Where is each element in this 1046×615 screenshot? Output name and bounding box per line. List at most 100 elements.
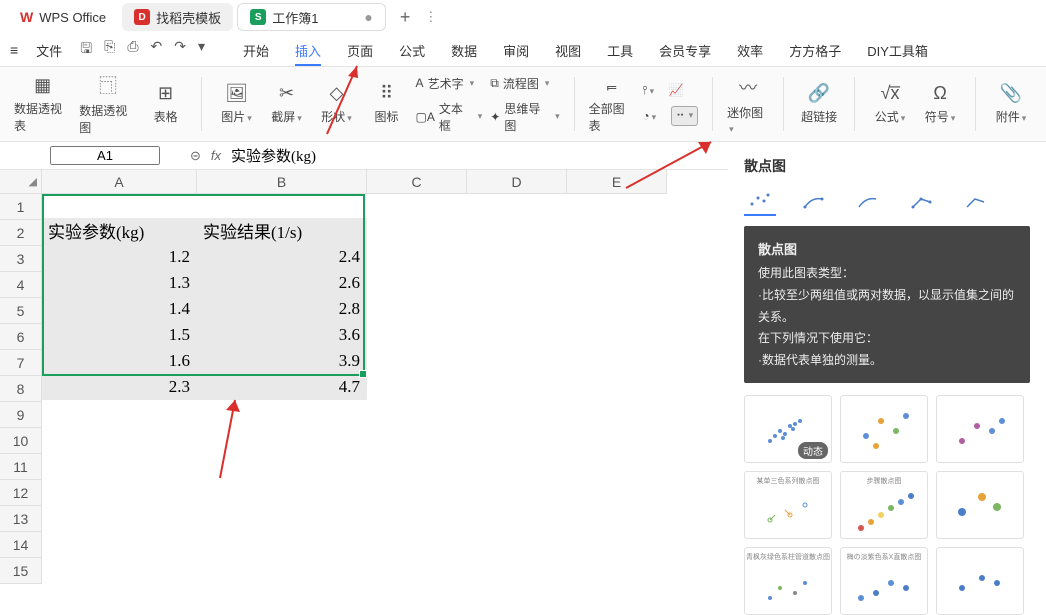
redo-icon[interactable]: ↷: [174, 38, 186, 62]
table-button[interactable]: ⊞表格: [145, 83, 187, 125]
row-header-1[interactable]: 1: [0, 194, 42, 220]
tab-home[interactable]: 开始: [243, 41, 269, 60]
cancel-icon[interactable]: ⊝: [190, 148, 201, 164]
template-6[interactable]: [936, 471, 1024, 539]
row-header-13[interactable]: 13: [0, 506, 42, 532]
bar-chart-icon[interactable]: ⫯▾: [642, 83, 654, 98]
icon-button[interactable]: ⠿图标: [366, 83, 408, 125]
mindmap-button[interactable]: ✦思维导图▾: [490, 100, 559, 134]
qat-dropdown-icon[interactable]: ▾: [198, 38, 205, 62]
template-4[interactable]: 某单三色系列散点图: [744, 471, 832, 539]
cell[interactable]: 1.5: [42, 322, 197, 348]
tab-formula[interactable]: 公式: [399, 41, 425, 60]
hyperlink-button[interactable]: 🔗超链接: [798, 83, 840, 125]
row-header-5[interactable]: 5: [0, 298, 42, 324]
row-header-10[interactable]: 10: [0, 428, 42, 454]
tab-efficiency[interactable]: 效率: [737, 41, 763, 60]
col-header-A[interactable]: A: [42, 170, 197, 194]
template-1[interactable]: 动态: [744, 395, 832, 463]
shape-button[interactable]: ◇形状▾: [316, 83, 358, 125]
attachment-button[interactable]: 📎附件▾: [990, 83, 1032, 125]
cell[interactable]: 1.3: [42, 270, 197, 296]
template-9[interactable]: [936, 547, 1024, 615]
cell[interactable]: 实验结果(1/s): [197, 218, 367, 244]
tab-data[interactable]: 数据: [451, 41, 477, 60]
formula-button[interactable]: √x̅公式▾: [869, 83, 911, 125]
cell[interactable]: 3.6: [197, 322, 367, 348]
row-header-9[interactable]: 9: [0, 402, 42, 428]
tab-member[interactable]: 会员专享: [659, 41, 711, 60]
scatter-type-line[interactable]: [960, 190, 992, 216]
close-icon[interactable]: ●: [364, 9, 372, 25]
scatter-type-smooth-markers[interactable]: [798, 190, 830, 216]
row-header-8[interactable]: 8: [0, 376, 42, 402]
template-8[interactable]: 梅の淡紫色系X直散点图: [840, 547, 928, 615]
line-chart-icon[interactable]: 📈: [669, 83, 684, 97]
cell[interactable]: 实验参数(kg): [42, 218, 197, 244]
template-7[interactable]: 青枫灰绿色系柱管道散点图: [744, 547, 832, 615]
tab-menu-icon[interactable]: ⋮: [424, 9, 437, 25]
cell[interactable]: 2.4: [197, 244, 367, 270]
scatter-type-smooth[interactable]: [852, 190, 884, 216]
save-icon[interactable]: 🖫: [80, 38, 92, 62]
app-tab-wps[interactable]: W WPS Office: [8, 3, 118, 31]
tab-view[interactable]: 视图: [555, 41, 581, 60]
scatter-type-line-markers[interactable]: [906, 190, 938, 216]
formula-content[interactable]: 实验参数(kg): [231, 145, 316, 166]
hamburger-icon[interactable]: ≡: [10, 42, 18, 58]
col-header-E[interactable]: E: [567, 170, 667, 194]
symbol-button[interactable]: Ω符号▾: [919, 83, 961, 125]
undo-icon[interactable]: ↶: [151, 38, 163, 62]
sparkline-button[interactable]: 〰迷你图▾: [727, 74, 769, 135]
cell[interactable]: 1.6: [42, 348, 197, 374]
template-3[interactable]: [936, 395, 1024, 463]
row-header-7[interactable]: 7: [0, 350, 42, 376]
flowchart-button[interactable]: ⧉流程图▾: [490, 75, 559, 92]
fx-icon[interactable]: fx: [211, 148, 221, 163]
file-menu[interactable]: 文件: [36, 41, 62, 60]
row-header-2[interactable]: 2: [0, 220, 42, 246]
tab-ffgz[interactable]: 方方格子: [789, 41, 841, 60]
tab-tools[interactable]: 工具: [607, 41, 633, 60]
add-tab-button[interactable]: +: [390, 7, 421, 28]
template-5[interactable]: 步骤散点图: [840, 471, 928, 539]
cell[interactable]: 2.3: [42, 374, 197, 400]
pivot-chart-button[interactable]: ⿹数据透视图: [79, 72, 136, 136]
row-header-12[interactable]: 12: [0, 480, 42, 506]
row-header-4[interactable]: 4: [0, 272, 42, 298]
cell[interactable]: 2.8: [197, 296, 367, 322]
tab-diy[interactable]: DIY工具箱: [867, 41, 928, 60]
cell[interactable]: 3.9: [197, 348, 367, 374]
wordart-button[interactable]: A艺术字▾: [416, 75, 483, 92]
app-tab-template[interactable]: D 找稻壳模板: [122, 3, 233, 31]
all-charts-button[interactable]: ⫭全部图表: [589, 75, 635, 134]
tab-insert[interactable]: 插入: [295, 41, 321, 60]
row-header-3[interactable]: 3: [0, 246, 42, 272]
pivot-table-button[interactable]: ▦数据透视表: [14, 75, 71, 134]
row-header-6[interactable]: 6: [0, 324, 42, 350]
scatter-chart-button[interactable]: ⠒▾: [671, 106, 698, 126]
tab-page[interactable]: 页面: [347, 41, 373, 60]
pie-chart-icon[interactable]: ◔▾: [642, 109, 656, 123]
scatter-type-markers[interactable]: [744, 190, 776, 216]
name-box[interactable]: [50, 146, 160, 165]
screenshot-button[interactable]: ✂截屏▾: [266, 83, 308, 125]
select-all-corner[interactable]: ◢: [0, 170, 42, 194]
preview-icon[interactable]: ⎙: [127, 38, 138, 62]
cell[interactable]: 1.4: [42, 296, 197, 322]
cell[interactable]: 4.7: [197, 374, 367, 400]
picture-button[interactable]: 🖼图片▾: [216, 83, 258, 125]
row-header-15[interactable]: 15: [0, 558, 42, 584]
app-tab-workbook[interactable]: S 工作簿1 ●: [237, 3, 386, 31]
cell[interactable]: 1.2: [42, 244, 197, 270]
print-icon[interactable]: ⎘: [104, 38, 115, 62]
tab-review[interactable]: 审阅: [503, 41, 529, 60]
col-header-B[interactable]: B: [197, 170, 367, 194]
col-header-C[interactable]: C: [367, 170, 467, 194]
textbox-button[interactable]: ▢A文本框▾: [416, 100, 483, 134]
row-header-11[interactable]: 11: [0, 454, 42, 480]
col-header-D[interactable]: D: [467, 170, 567, 194]
row-header-14[interactable]: 14: [0, 532, 42, 558]
template-2[interactable]: [840, 395, 928, 463]
cell[interactable]: 2.6: [197, 270, 367, 296]
